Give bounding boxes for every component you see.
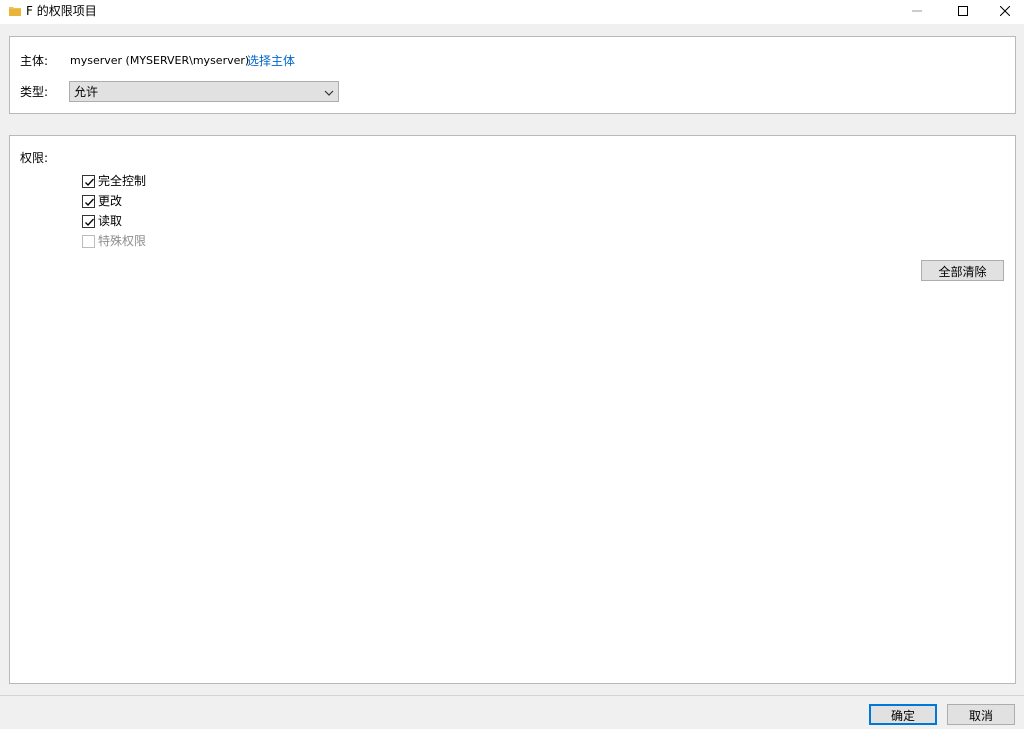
select-principal-link[interactable]: 选择主体 [247, 54, 295, 68]
principal-value: myserver (MYSERVER\myserver) [70, 54, 250, 67]
checkbox[interactable] [82, 195, 95, 208]
checkbox [82, 235, 95, 248]
permissions-panel [9, 135, 1016, 684]
title-bar: F 的权限项目 [0, 0, 1024, 24]
type-select[interactable]: 允许 [69, 81, 339, 102]
cancel-button[interactable]: 取消 [947, 704, 1015, 725]
checkbox-label: 特殊权限 [98, 234, 147, 248]
close-button[interactable] [982, 0, 1024, 24]
chevron-down-icon [324, 87, 334, 101]
footer-divider [0, 695, 1024, 696]
checkbox[interactable] [82, 215, 95, 228]
principal-label: 主体: [20, 54, 49, 68]
checkbox[interactable] [82, 175, 95, 188]
checkmark-icon [85, 198, 94, 206]
permissions-label: 权限: [20, 151, 49, 165]
checkmark-icon [85, 178, 94, 186]
folder-icon [9, 5, 21, 17]
checkmark-icon [85, 218, 94, 226]
checkbox-label: 更改 [98, 194, 123, 208]
minimize-icon [912, 10, 922, 12]
checkbox-label: 完全控制 [98, 174, 147, 188]
minimize-button[interactable] [894, 0, 940, 24]
close-icon [1000, 6, 1010, 16]
clear-all-button[interactable]: 全部清除 [921, 260, 1004, 281]
type-select-value: 允许 [74, 85, 99, 99]
type-label: 类型: [20, 85, 49, 99]
ok-button[interactable]: 确定 [869, 704, 937, 725]
window-title: F 的权限项目 [26, 4, 97, 18]
maximize-button[interactable] [940, 0, 986, 24]
principal-panel [9, 36, 1016, 114]
checkbox-label: 读取 [98, 214, 123, 228]
maximize-icon [958, 6, 968, 16]
